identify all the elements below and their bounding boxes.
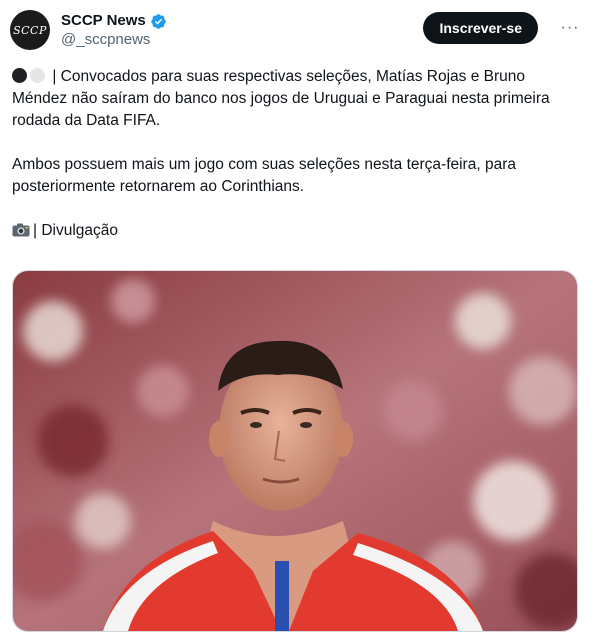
- verified-badge-icon: [150, 13, 167, 30]
- tweet-credit: | Divulgação: [12, 220, 582, 242]
- avatar[interactable]: SCCP: [10, 10, 50, 50]
- photo-player: [13, 271, 577, 631]
- subscribe-button[interactable]: Inscrever-se: [423, 12, 538, 44]
- black-circle-icon: [12, 68, 27, 83]
- paragraph-1-text: | Convocados para suas respectivas seleç…: [12, 68, 550, 129]
- more-options-icon[interactable]: ···: [558, 18, 582, 38]
- credit-text: | Divulgação: [33, 222, 119, 239]
- tweet-text: | Convocados para suas respectivas seleç…: [12, 66, 582, 242]
- author-handle[interactable]: @_sccpnews: [61, 30, 167, 50]
- author-names: SCCP News @_sccpnews: [61, 12, 167, 50]
- tweet-header: SCCP SCCP News @_sccpnews Inscrever-se ·…: [10, 10, 582, 54]
- tweet-paragraph-2: Ambos possuem mais um jogo com suas sele…: [12, 156, 516, 195]
- tweet-paragraph-1: | Convocados para suas respectivas seleç…: [12, 66, 582, 132]
- tweet-photo[interactable]: [12, 270, 578, 632]
- camera-icon: [12, 222, 30, 237]
- white-circle-icon: [30, 68, 45, 83]
- name-row: SCCP News: [61, 12, 167, 30]
- display-name[interactable]: SCCP News: [61, 12, 146, 30]
